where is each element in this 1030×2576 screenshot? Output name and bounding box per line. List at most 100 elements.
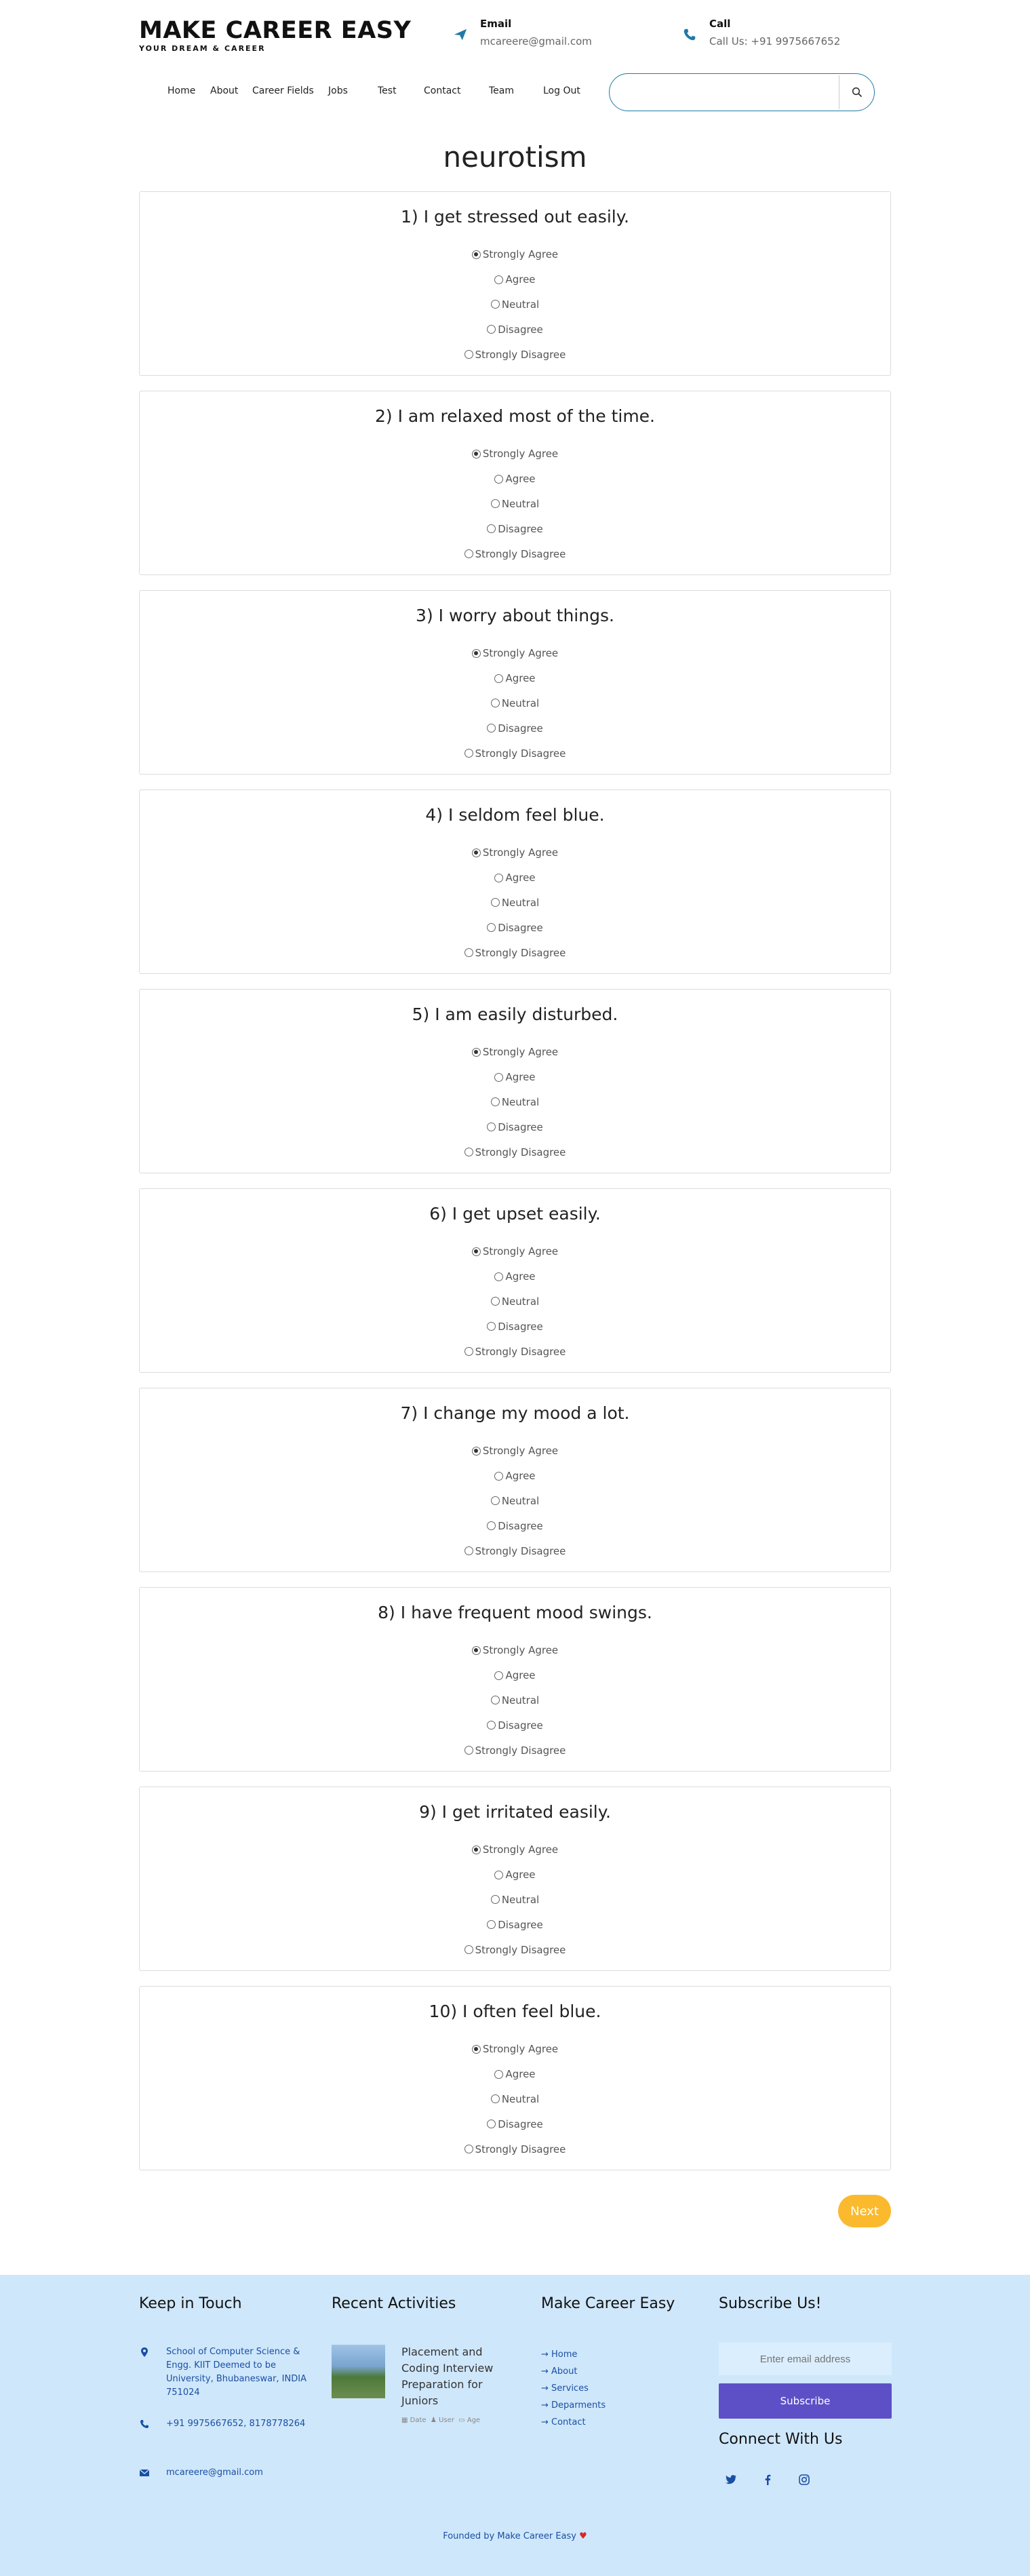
answer-option[interactable]: Strongly Disagree	[140, 1937, 890, 1962]
subscribe-email-input[interactable]	[719, 2343, 892, 2375]
radio-button[interactable]	[490, 898, 500, 908]
answer-option[interactable]: Neutral	[140, 891, 890, 916]
radio-button[interactable]	[471, 1446, 481, 1456]
answer-option[interactable]: Agree	[140, 1464, 890, 1489]
radio-button[interactable]	[471, 1047, 481, 1057]
nav-test[interactable]: Test	[378, 85, 397, 96]
answer-option[interactable]: Strongly Disagree	[140, 2136, 890, 2162]
radio-button[interactable]	[464, 948, 473, 958]
radio-button[interactable]	[464, 1945, 473, 1955]
radio-button[interactable]	[464, 1546, 473, 1556]
radio-button[interactable]	[487, 1521, 496, 1531]
nav-team[interactable]: Team	[489, 85, 514, 96]
answer-option[interactable]: Strongly Disagree	[140, 741, 890, 766]
answer-option[interactable]: Neutral	[140, 1289, 890, 1314]
answer-option[interactable]: Disagree	[140, 1114, 890, 1139]
answer-option[interactable]: Strongly Disagree	[140, 541, 890, 566]
radio-button[interactable]	[471, 648, 481, 658]
radio-button[interactable]	[494, 1671, 504, 1680]
radio-button[interactable]	[494, 2069, 504, 2079]
search-input[interactable]	[623, 82, 827, 102]
search-button[interactable]	[840, 75, 874, 109]
radio-button[interactable]	[471, 2044, 481, 2054]
footer-link-contact[interactable]: → Contact	[541, 2414, 606, 2431]
nav-contact[interactable]: Contact	[424, 85, 460, 96]
radio-button[interactable]	[487, 1721, 496, 1730]
answer-option[interactable]: Agree	[140, 2062, 890, 2087]
radio-button[interactable]	[471, 1845, 481, 1854]
answer-option[interactable]: Disagree	[140, 1713, 890, 1738]
answer-option[interactable]: Strongly Agree	[140, 1239, 890, 1264]
answer-option[interactable]: Strongly Agree	[140, 442, 890, 467]
radio-button[interactable]	[471, 250, 481, 259]
answer-option[interactable]: Disagree	[140, 516, 890, 541]
footer-link-home[interactable]: → Home	[541, 2346, 606, 2363]
footer-link-about[interactable]: → About	[541, 2363, 606, 2380]
radio-button[interactable]	[490, 300, 500, 309]
instagram-icon[interactable]	[796, 2472, 812, 2488]
answer-option[interactable]: Neutral	[140, 1489, 890, 1514]
radio-button[interactable]	[490, 1297, 500, 1306]
radio-button[interactable]	[464, 1148, 473, 1157]
radio-button[interactable]	[494, 873, 504, 882]
answer-option[interactable]: Strongly Agree	[140, 840, 890, 865]
answer-option[interactable]: Strongly Agree	[140, 1837, 890, 1862]
footer-email[interactable]: mcareere@gmail.com	[139, 2466, 263, 2480]
answer-option[interactable]: Strongly Agree	[140, 1040, 890, 1065]
radio-button[interactable]	[487, 1322, 496, 1331]
radio-button[interactable]	[464, 1347, 473, 1357]
nav-logout[interactable]: Log Out	[543, 85, 580, 96]
radio-button[interactable]	[487, 325, 496, 334]
answer-option[interactable]: Agree	[140, 865, 890, 891]
answer-option[interactable]: Disagree	[140, 1912, 890, 1937]
radio-button[interactable]	[487, 1123, 496, 1132]
answer-option[interactable]: Strongly Disagree	[140, 342, 890, 367]
answer-option[interactable]: Disagree	[140, 915, 890, 940]
radio-button[interactable]	[471, 449, 481, 458]
answer-option[interactable]: Neutral	[140, 1888, 890, 1913]
radio-button[interactable]	[464, 350, 473, 359]
nav-jobs[interactable]: Jobs	[328, 85, 348, 96]
twitter-icon[interactable]	[723, 2472, 739, 2488]
answer-option[interactable]: Disagree	[140, 1314, 890, 1339]
radio-button[interactable]	[464, 2145, 473, 2154]
answer-option[interactable]: Agree	[140, 1663, 890, 1688]
answer-option[interactable]: Strongly Agree	[140, 242, 890, 267]
radio-button[interactable]	[494, 1072, 504, 1082]
answer-option[interactable]: Disagree	[140, 1513, 890, 1538]
radio-button[interactable]	[490, 699, 500, 708]
answer-option[interactable]: Strongly Agree	[140, 1638, 890, 1663]
answer-option[interactable]: Strongly Agree	[140, 2037, 890, 2062]
radio-button[interactable]	[494, 275, 504, 284]
answer-option[interactable]: Agree	[140, 1862, 890, 1888]
radio-button[interactable]	[471, 1645, 481, 1655]
radio-button[interactable]	[464, 549, 473, 559]
answer-option[interactable]: Neutral	[140, 1688, 890, 1713]
answer-option[interactable]: Agree	[140, 1264, 890, 1289]
answer-option[interactable]: Agree	[140, 666, 890, 691]
footer-link-departments[interactable]: → Deparments	[541, 2397, 606, 2414]
answer-option[interactable]: Neutral	[140, 1090, 890, 1115]
answer-option[interactable]: Neutral	[140, 2087, 890, 2112]
answer-option[interactable]: Strongly Agree	[140, 641, 890, 666]
answer-option[interactable]: Strongly Disagree	[140, 1139, 890, 1165]
next-button[interactable]: Next	[838, 2195, 891, 2227]
brand-logo[interactable]: MAKE CAREER EASY YOUR DREAM & CAREER	[139, 18, 411, 53]
answer-option[interactable]: Agree	[140, 267, 890, 292]
answer-option[interactable]: Strongly Agree	[140, 1439, 890, 1464]
nav-about[interactable]: About	[210, 85, 238, 96]
radio-button[interactable]	[490, 1496, 500, 1506]
answer-option[interactable]: Strongly Disagree	[140, 1738, 890, 1763]
radio-button[interactable]	[464, 1746, 473, 1755]
answer-option[interactable]: Neutral	[140, 492, 890, 517]
subscribe-button[interactable]: Subscribe	[719, 2383, 892, 2419]
radio-button[interactable]	[490, 1696, 500, 1705]
answer-option[interactable]: Strongly Disagree	[140, 1538, 890, 1563]
nav-home[interactable]: Home	[167, 85, 195, 96]
radio-button[interactable]	[487, 1920, 496, 1930]
answer-option[interactable]: Agree	[140, 1065, 890, 1090]
answer-option[interactable]: Strongly Disagree	[140, 1339, 890, 1364]
radio-button[interactable]	[487, 2120, 496, 2129]
answer-option[interactable]: Neutral	[140, 292, 890, 317]
answer-option[interactable]: Neutral	[140, 691, 890, 716]
